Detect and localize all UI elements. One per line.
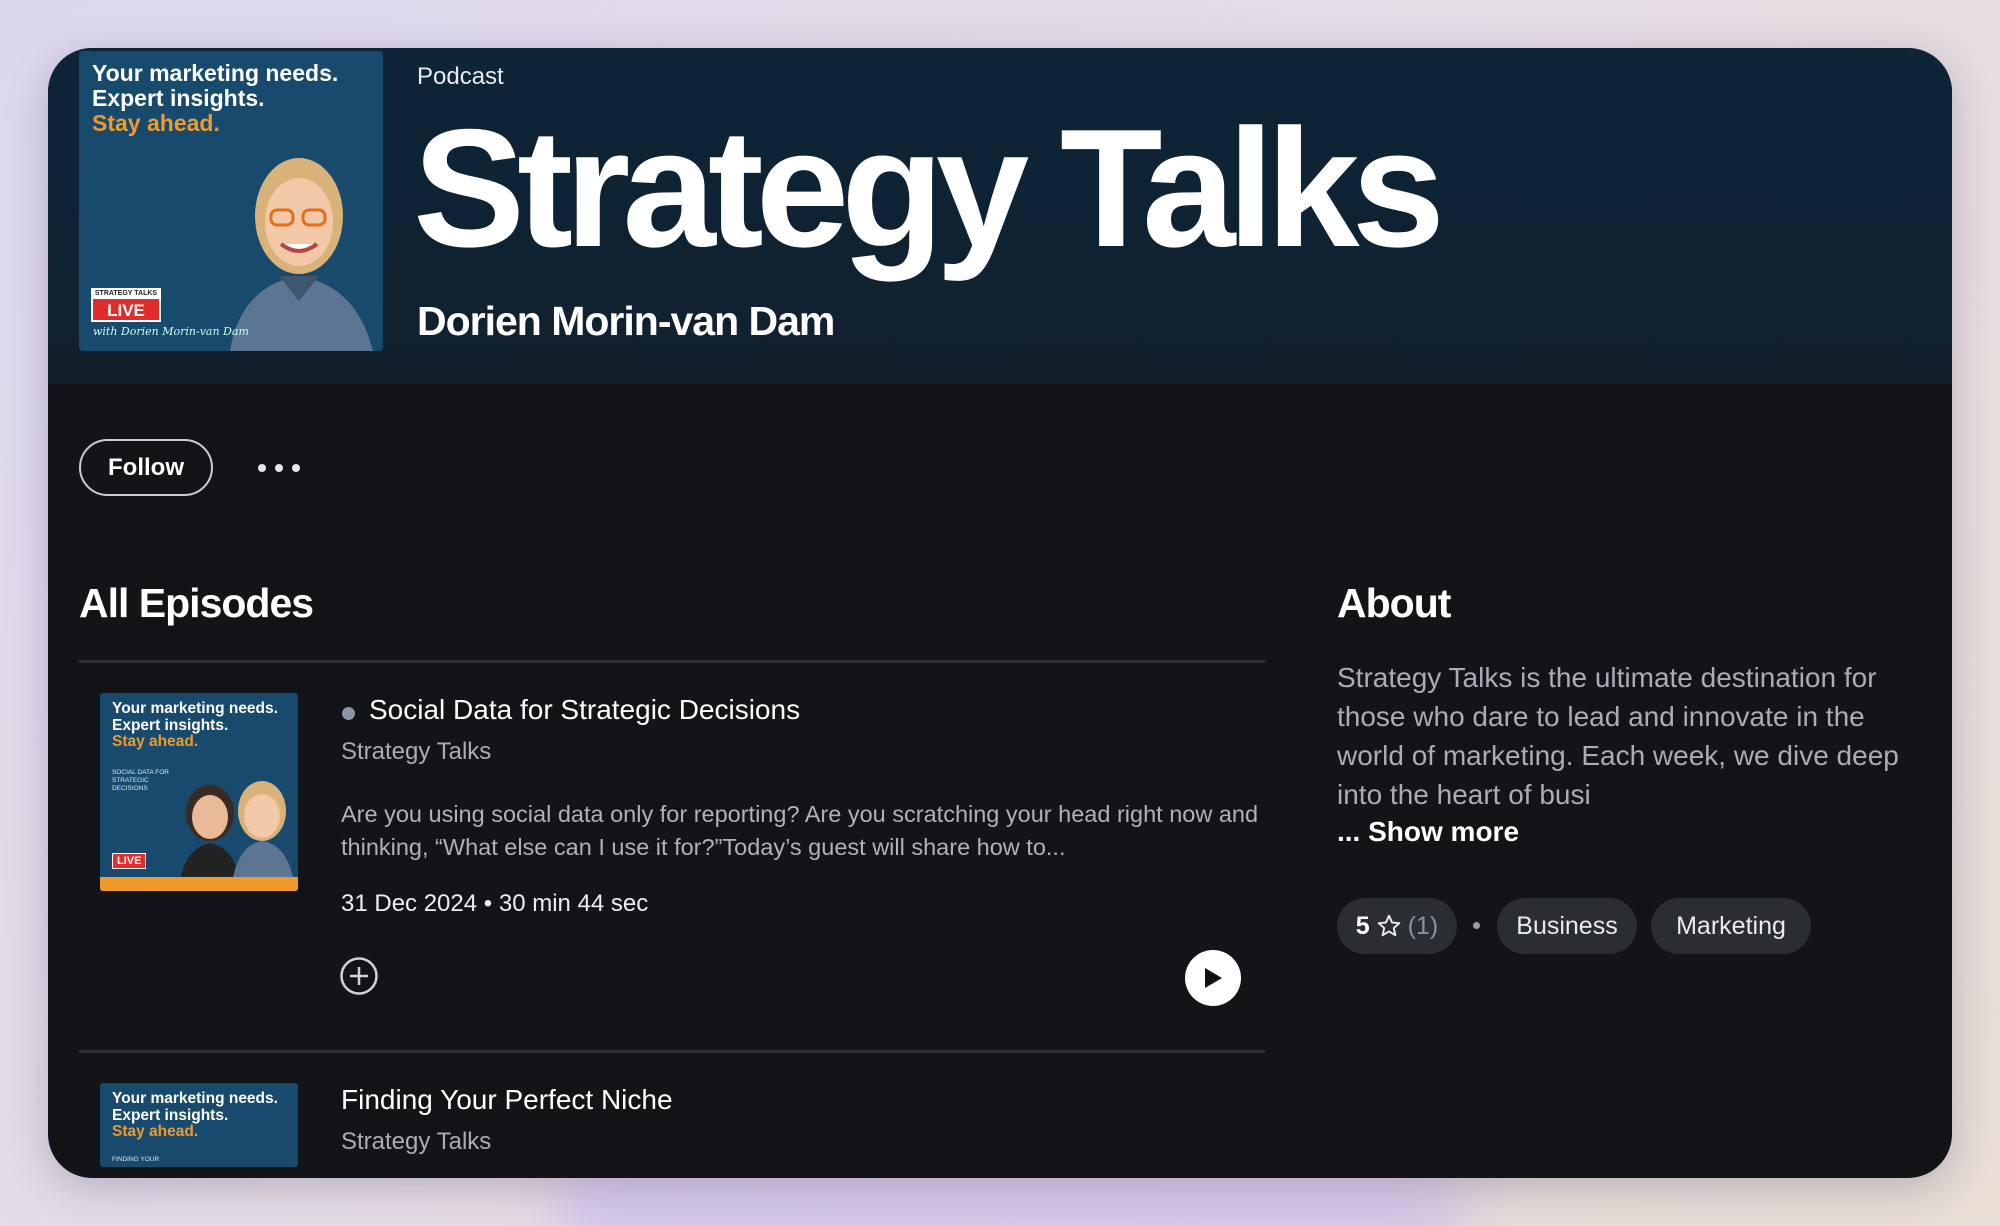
guests-portrait-icon: [180, 781, 294, 883]
episode-show-name[interactable]: Strategy Talks: [341, 1128, 491, 1156]
cover-line-3: Stay ahead.: [92, 110, 220, 136]
cover-live-badge: LIVE: [91, 288, 161, 322]
about-heading: About: [1337, 580, 1451, 626]
more-horizontal-icon: [258, 464, 266, 472]
episode-cover-line-2: Expert insights.: [112, 1106, 229, 1124]
rating-pill[interactable]: 5 (1): [1337, 898, 1457, 954]
host-portrait-icon: [229, 158, 373, 351]
rating-count: (1): [1407, 911, 1439, 940]
background-glow: [560, 1180, 1460, 1226]
about-description: Strategy Talks is the ultimate destinati…: [1337, 662, 1899, 810]
play-episode-button[interactable]: [1185, 950, 1241, 1006]
episode-cover-art[interactable]: Your marketing needs. Expert insights. S…: [100, 1083, 298, 1167]
podcast-title: Strategy Talks: [413, 94, 1445, 282]
podcast-cover-art: Your marketing needs. Expert insights. S…: [79, 51, 383, 351]
episode-cover-tagline: Your marketing needs. Expert insights. S…: [112, 700, 278, 751]
episode-divider: [79, 660, 1265, 663]
podcast-header: Your marketing needs. Expert insights. S…: [48, 48, 1952, 384]
more-dot: [275, 464, 283, 472]
cover-line-1: Your marketing needs.: [92, 60, 339, 86]
tag-business[interactable]: Business: [1497, 898, 1637, 954]
cover-line-2: Expert insights.: [92, 85, 265, 111]
episode-cover-line-1: Your marketing needs.: [112, 700, 278, 717]
show-more-link[interactable]: ... Show more: [1337, 816, 1519, 848]
podcast-window: Your marketing needs. Expert insights. S…: [48, 48, 1952, 1178]
podcast-author[interactable]: Dorien Morin-van Dam: [417, 298, 835, 345]
episode-cover-topic: FINDING YOUR: [112, 1156, 160, 1163]
episode-cover-tagline: Your marketing needs. Expert insights. S…: [112, 1090, 278, 1141]
follow-button[interactable]: Follow: [79, 439, 213, 496]
episode-title[interactable]: Social Data for Strategic Decisions: [369, 694, 800, 726]
add-to-queue-button[interactable]: [339, 956, 379, 996]
episode-cover-line-3: Stay ahead.: [112, 1123, 199, 1140]
episode-show-name[interactable]: Strategy Talks: [341, 738, 491, 766]
episode-cover-line-1: Your marketing needs.: [112, 1090, 278, 1107]
episode-cover-line-3: Stay ahead.: [112, 733, 199, 750]
plus-circle-icon: [340, 957, 378, 995]
cover-signature: with Dorien Morin-van Dam: [93, 325, 249, 338]
separator-dot: [1473, 922, 1480, 929]
more-options-button[interactable]: [254, 448, 304, 488]
cover-tagline: Your marketing needs. Expert insights. S…: [92, 61, 338, 136]
episode-live-badge: LIVE: [112, 853, 147, 869]
content-type-label: Podcast: [417, 63, 504, 90]
episode-cover-strip: [100, 877, 298, 891]
more-dot: [292, 464, 300, 472]
episodes-heading: All Episodes: [79, 580, 314, 626]
star-icon: [1377, 914, 1400, 937]
episode-cover-art[interactable]: Your marketing needs. Expert insights. S…: [100, 693, 298, 891]
episode-cover-line-2: Expert insights.: [112, 716, 229, 734]
tag-marketing[interactable]: Marketing: [1651, 898, 1811, 954]
episode-cover-topic: SOCIAL DATA FOR STRATEGIC DECISIONS: [112, 769, 169, 792]
episode-meta: 31 Dec 2024 • 30 min 44 sec: [341, 890, 649, 917]
rating-value: 5: [1355, 911, 1370, 940]
episode-title[interactable]: Finding Your Perfect Niche: [341, 1084, 673, 1116]
play-icon: [1205, 968, 1222, 988]
episode-description: Are you using social data only for repor…: [341, 801, 1259, 860]
episode-divider: [79, 1050, 1265, 1053]
unplayed-dot-icon: [342, 707, 355, 720]
